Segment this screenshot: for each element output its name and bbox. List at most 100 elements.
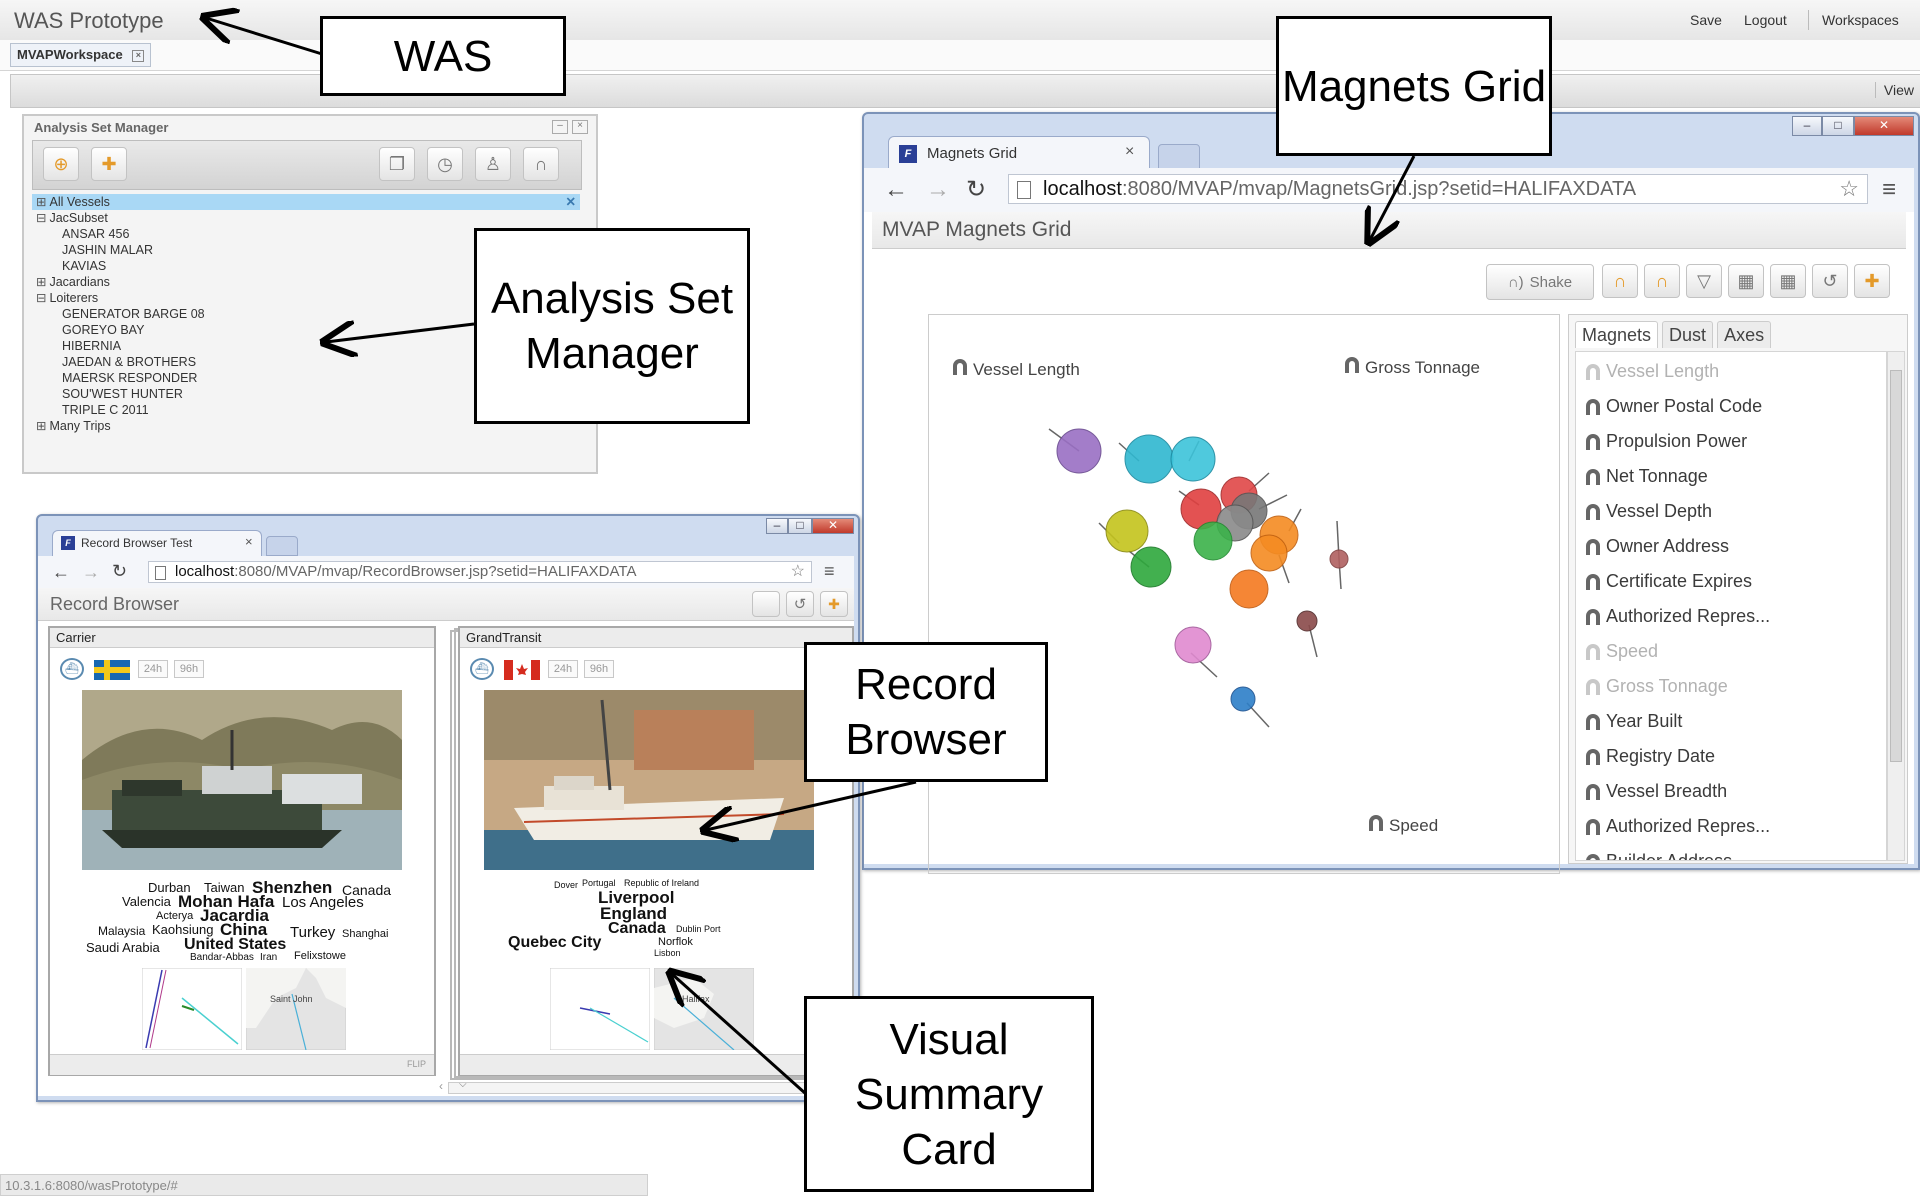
logout-link[interactable]: Logout (1744, 12, 1787, 28)
history-button[interactable]: ◷ (427, 147, 463, 181)
flip-button[interactable]: FLIP (407, 1059, 426, 1069)
window-maximize-icon[interactable]: □ (788, 518, 812, 534)
magnet-label: Net Tonnage (1606, 466, 1708, 486)
forward-icon[interactable]: → (82, 562, 100, 583)
add-calc-button[interactable]: ▦ (1728, 264, 1764, 298)
tab-mvapworkspace[interactable]: MVAPWorkspace × (10, 43, 152, 67)
visual-summary-card[interactable]: Carrier ⛴ 24h 96h Durban Taiwan Shenzhen (48, 626, 436, 1076)
tab-dust[interactable]: Dust (1662, 321, 1714, 348)
menu-icon[interactable]: ≡ (824, 561, 835, 582)
magnet-list-item[interactable]: Registry Date (1586, 739, 1876, 774)
magnet-button[interactable]: ∩ (523, 147, 559, 181)
close-icon[interactable]: ✕ (566, 194, 576, 210)
collapse-icon[interactable]: ⊟ (36, 291, 46, 305)
range-24h-button[interactable]: 24h (138, 660, 168, 678)
magnet-list-item[interactable]: Owner Address (1586, 529, 1876, 564)
range-96h-button[interactable]: 96h (174, 660, 204, 678)
back-icon[interactable]: ← (884, 176, 908, 204)
card-scrollbar[interactable]: ‹ ⌵ (439, 1079, 850, 1094)
address-bar[interactable]: localhost:8080/MVAP/mvap/RecordBrowser.j… (148, 561, 812, 583)
expand-icon[interactable]: ⊞ (36, 419, 46, 433)
magnet-list-item[interactable]: Net Tonnage (1586, 459, 1876, 494)
magnet-list-item[interactable]: Speed (1586, 634, 1876, 669)
shake-button[interactable]: ∩) Shake (1486, 264, 1594, 300)
tree-group[interactable]: ⊞ All Vessels ✕ (32, 194, 580, 210)
chevron-down-icon[interactable]: ⌵ (459, 1079, 467, 1090)
magnet-list-item[interactable]: Certificate Expires (1586, 564, 1876, 599)
new-dust-button[interactable]: ✚ (1854, 264, 1890, 298)
copy-set-button[interactable]: ❐ (379, 147, 415, 181)
magnet-label: Vessel Length (1606, 361, 1720, 381)
new-record-button[interactable]: ✚ (820, 591, 848, 617)
close-tab-icon[interactable]: × (245, 534, 253, 549)
scrollbar[interactable] (1887, 351, 1905, 861)
tab-axes[interactable]: Axes (1717, 321, 1772, 348)
close-tab-icon[interactable]: × (1125, 143, 1134, 161)
page-header: MVAP Magnets Grid (872, 212, 1906, 249)
add-magnet-button[interactable]: ∩ (1602, 264, 1638, 298)
close-icon[interactable]: × (132, 49, 145, 62)
new-tab-button[interactable] (266, 536, 298, 556)
sweden-flag-icon (94, 660, 130, 680)
magnet-list-item[interactable]: Gross Tonnage (1586, 669, 1876, 704)
magnet-label: Vessel Breadth (1606, 781, 1728, 801)
range-96h-button[interactable]: 96h (584, 660, 614, 678)
magnets-side-panel: Magnets Dust Axes Vessel Length Owner Posta… (1568, 314, 1908, 864)
record-action-button[interactable] (752, 591, 780, 617)
star-icon[interactable]: ☆ (791, 562, 805, 582)
forward-icon[interactable]: → (926, 176, 950, 204)
new-tab-button[interactable] (1158, 144, 1200, 170)
reload-icon[interactable]: ↻ (112, 561, 127, 582)
magnets-canvas[interactable]: Vessel Length Gross Tonnage Speed (928, 314, 1560, 874)
window-minimize-icon[interactable]: – (1792, 116, 1822, 136)
magnet-list-item[interactable]: Vessel Breadth (1586, 774, 1876, 809)
magnet-list-item[interactable]: Propulsion Power (1586, 424, 1876, 459)
visual-summary-card[interactable]: GrandTransit ⛴ 24h 96h Dover Portugal Re… (458, 626, 854, 1076)
filter-button[interactable]: ▽ (1686, 264, 1722, 298)
close-icon[interactable]: × (572, 120, 588, 134)
save-link[interactable]: Save (1690, 12, 1722, 28)
scrollbar-thumb[interactable] (1890, 370, 1902, 762)
magnet-list-item[interactable]: Authorized Repres... (1586, 599, 1876, 634)
share-button[interactable]: ♙ (475, 147, 511, 181)
window-maximize-icon[interactable]: □ (1822, 116, 1854, 136)
magnet-list-item[interactable]: Vessel Length (1586, 354, 1876, 389)
star-icon[interactable]: ☆ (1839, 175, 1859, 203)
window-close-icon[interactable]: ✕ (812, 518, 854, 534)
tree-group[interactable]: ⊟ JacSubset (32, 210, 580, 226)
cloud-word: Dublin Port (676, 924, 721, 934)
reset-button[interactable]: ↺ (786, 591, 814, 617)
cloud-word: Acterya (156, 910, 194, 922)
address-bar[interactable]: localhost:8080/MVAP/mvap/MagnetsGrid.jsp… (1008, 174, 1868, 204)
scroll-left-icon[interactable]: ‹ (439, 1079, 443, 1093)
add-set-button[interactable]: ⊕ (43, 147, 79, 181)
url-host: localhost (1043, 178, 1122, 200)
url-path: :8080/MVAP/mvap/MagnetsGrid.jsp?setid=HA… (1121, 178, 1637, 200)
collapse-icon[interactable]: ⊟ (36, 211, 46, 225)
back-icon[interactable]: ← (52, 562, 70, 583)
window-close-icon[interactable]: ✕ (1854, 116, 1914, 136)
reset-button[interactable]: ↺ (1812, 264, 1848, 298)
magnet-list-item[interactable]: Year Built (1586, 704, 1876, 739)
expand-icon[interactable]: ⊞ (36, 195, 46, 209)
magnet-list-item[interactable]: Vessel Depth (1586, 494, 1876, 529)
range-24h-button[interactable]: 24h (548, 660, 578, 678)
magnet-list-item[interactable]: Owner Postal Code (1586, 389, 1876, 424)
expand-icon[interactable]: ⊞ (36, 275, 46, 289)
view-menu[interactable]: View (1874, 82, 1914, 98)
browser-tab-record-browser[interactable]: F Record Browser Test × (52, 530, 262, 556)
minimize-icon[interactable]: – (552, 120, 568, 134)
workspaces-link[interactable]: Workspaces (1822, 12, 1899, 28)
browser-tab-magnets-grid[interactable]: F Magnets Grid × (888, 136, 1150, 170)
remove-magnet-button[interactable]: ∩ (1644, 264, 1680, 298)
magnet-list-item[interactable]: Authorized Repres... (1586, 809, 1876, 844)
reload-icon[interactable]: ↻ (966, 175, 986, 204)
magnet-list-item[interactable]: Builder Address (1586, 844, 1876, 860)
menu-icon[interactable]: ≡ (1882, 176, 1896, 204)
window-minimize-icon[interactable]: – (766, 518, 788, 534)
new-set-button[interactable]: ✚ (91, 147, 127, 181)
remove-calc-button[interactable]: ▦ (1770, 264, 1806, 298)
magnet-add-icon: ∩ (1613, 270, 1627, 291)
magnet-icon (1586, 608, 1600, 625)
tab-magnets[interactable]: Magnets (1575, 321, 1659, 348)
